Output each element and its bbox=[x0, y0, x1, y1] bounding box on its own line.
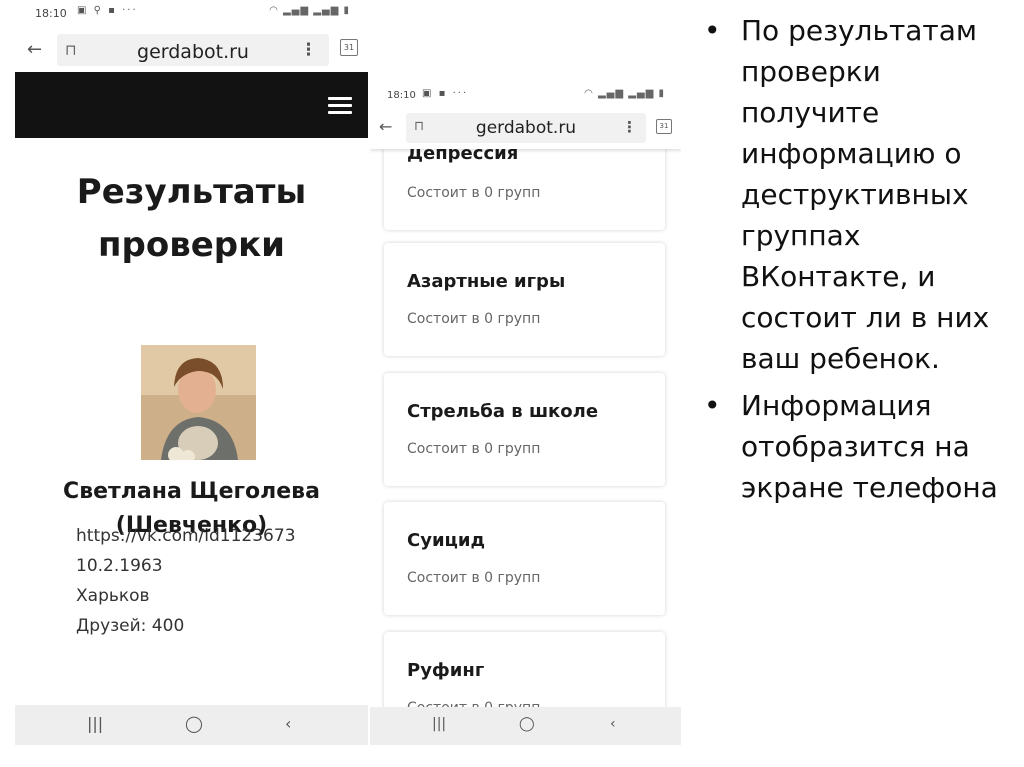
phone-screenshot-categories: 18:10 ▣ ▪ ··· ◠ ▂▄▆ ▂▄▆ ▮ Депрессия Сост… bbox=[370, 85, 681, 745]
signal-battery-icons: ◠ ▂▄▆ ▂▄▆ ▮ bbox=[584, 88, 665, 99]
tabs-icon[interactable]: 31 bbox=[340, 39, 358, 56]
url-text: gerdabot.ru bbox=[137, 41, 249, 63]
recent-apps-icon[interactable]: ||| bbox=[87, 714, 103, 733]
tabs-icon[interactable]: 31 bbox=[656, 119, 672, 134]
page-title: Результаты проверки bbox=[76, 172, 307, 265]
home-icon[interactable]: ◯ bbox=[519, 716, 535, 732]
system-nav-bar: ||| ◯ ‹ bbox=[370, 707, 681, 745]
profile-link[interactable]: https://vk.com/id1123673 bbox=[76, 526, 296, 546]
category-count: Состоит в 0 групп bbox=[407, 185, 541, 201]
back-arrow-icon[interactable]: ← bbox=[27, 39, 42, 60]
bullet-dot: • bbox=[704, 14, 721, 47]
notification-icons: ▣ ⚲ ▪ ··· bbox=[77, 5, 138, 16]
notification-icons: ▣ ▪ ··· bbox=[422, 88, 469, 99]
recent-apps-icon[interactable]: ||| bbox=[432, 716, 446, 732]
bullet-dot: • bbox=[704, 389, 721, 422]
status-bar: 18:10 ▣ ▪ ··· ◠ ▂▄▆ ▂▄▆ ▮ bbox=[370, 85, 681, 111]
slide-bullet-list: • По результатам проверки получите информ… bbox=[700, 10, 1015, 514]
signal-battery-icons: ◠ ▂▄▆ ▂▄▆ ▮ bbox=[269, 5, 350, 16]
category-card-school-shooting[interactable]: Стрельба в школе Состоит в 0 групп bbox=[384, 373, 665, 486]
category-title: Суицид bbox=[407, 530, 486, 551]
system-nav-bar: ||| ◯ ‹ bbox=[15, 705, 368, 745]
nav-back-icon[interactable]: ‹ bbox=[285, 714, 291, 733]
category-title: Руфинг bbox=[407, 660, 485, 681]
status-bar: 18:10 ▣ ⚲ ▪ ··· ◠ ▂▄▆ ▂▄▆ ▮ bbox=[15, 0, 368, 26]
profile-birthdate: 10.2.1963 bbox=[76, 556, 163, 576]
bullet-item: • Информация отобразится на экране телефо… bbox=[700, 385, 1015, 508]
kebab-menu-icon[interactable]: ⋮ bbox=[300, 40, 317, 60]
browser-url-bar: ← ⊓ gerdabot.ru ⋮ 31 bbox=[15, 30, 368, 70]
kebab-menu-icon[interactable]: ⋮ bbox=[622, 118, 637, 136]
browser-url-bar: ← ⊓ gerdabot.ru ⋮ 31 bbox=[370, 109, 681, 149]
url-field[interactable]: ⊓ gerdabot.ru ⋮ bbox=[57, 34, 329, 66]
site-header-bar bbox=[15, 72, 368, 138]
url-field[interactable]: ⊓ gerdabot.ru ⋮ bbox=[406, 113, 646, 143]
category-count: Состоит в 0 групп bbox=[407, 311, 541, 327]
category-card-gambling[interactable]: Азартные игры Состоит в 0 групп bbox=[384, 243, 665, 356]
bullet-text: По результатам проверки получите информа… bbox=[741, 14, 990, 375]
profile-city: Харьков bbox=[76, 586, 150, 606]
back-arrow-icon[interactable]: ← bbox=[379, 117, 392, 136]
category-count: Состоит в 0 групп bbox=[407, 570, 541, 586]
home-icon[interactable]: ◯ bbox=[185, 714, 203, 733]
phone-screenshot-results: 18:10 ▣ ⚲ ▪ ··· ◠ ▂▄▆ ▂▄▆ ▮ ← ⊓ gerdabot… bbox=[15, 0, 368, 745]
nav-back-icon[interactable]: ‹ bbox=[610, 716, 616, 732]
profile-friends: Друзей: 400 bbox=[76, 616, 185, 636]
category-title: Стрельба в школе bbox=[407, 401, 599, 422]
category-card-suicide[interactable]: Суицид Состоит в 0 групп bbox=[384, 502, 665, 615]
url-text: gerdabot.ru bbox=[475, 118, 577, 138]
bullet-item: • По результатам проверки получите информ… bbox=[700, 10, 1015, 379]
status-time: 18:10 bbox=[35, 7, 67, 20]
category-count: Состоит в 0 групп bbox=[407, 441, 541, 457]
category-title: Азартные игры bbox=[407, 271, 566, 292]
status-time: 18:10 bbox=[387, 90, 416, 101]
hamburger-menu-icon[interactable] bbox=[328, 97, 352, 114]
bullet-text: Информация отобразится на экране телефон… bbox=[741, 389, 998, 504]
avatar bbox=[141, 345, 256, 460]
